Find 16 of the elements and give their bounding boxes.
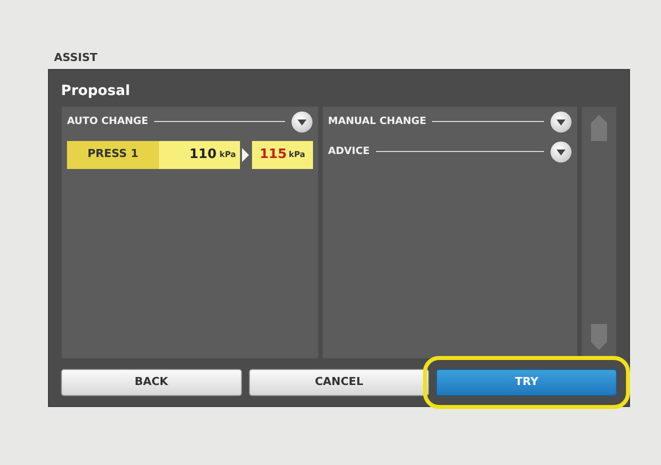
unit-label: kPa bbox=[220, 148, 236, 160]
panel-title: Proposal bbox=[61, 82, 130, 100]
dropdown-button[interactable] bbox=[291, 110, 313, 132]
item-label: PRESS 1 bbox=[67, 140, 159, 168]
arrow-right-icon bbox=[242, 148, 250, 162]
dialog-button[interactable]: BACK bbox=[61, 368, 242, 396]
section-label: AUTO CHANGE bbox=[67, 115, 148, 129]
screen-label: ASSIST bbox=[54, 50, 98, 66]
new-value: 115 bbox=[260, 146, 287, 164]
dropdown-button[interactable] bbox=[550, 140, 572, 162]
section-label: MANUAL CHANGE bbox=[328, 115, 426, 129]
dropdown-button[interactable] bbox=[550, 110, 572, 132]
current-value: 110 bbox=[189, 146, 217, 164]
unit-label: kPa bbox=[288, 148, 306, 160]
dialog-button[interactable]: CANCEL bbox=[248, 368, 430, 396]
section-label: ADVICE bbox=[328, 145, 370, 159]
